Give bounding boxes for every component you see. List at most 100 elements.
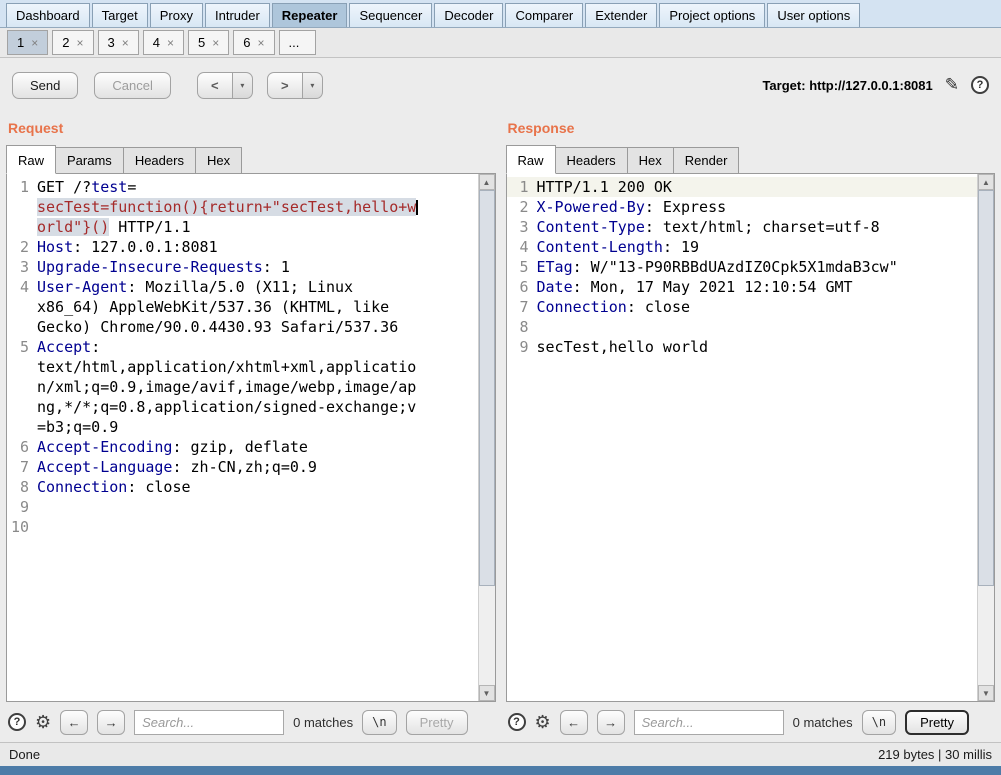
forward-button[interactable]: > [266,71,303,99]
editor-line[interactable]: 1 GET /?test= [7,177,478,197]
repeater-tab-label: 6 [243,35,251,50]
help-icon[interactable]: ? [8,713,26,731]
response-editor-tab[interactable]: Hex [627,147,674,174]
editor-line[interactable]: 2 Host: 127.0.0.1:8081 [7,237,478,257]
line-text: Host: 127.0.0.1:8081 [37,238,218,256]
response-editor-tab[interactable]: Headers [555,147,628,174]
editor-line[interactable]: 5 Accept: [7,337,478,357]
newline-toggle-button[interactable]: \n [861,709,897,735]
repeater-tab[interactable]: 6 × [233,30,275,55]
scrollbar-track[interactable] [978,190,994,685]
editor-line[interactable]: x86_64) AppleWebKit/537.36 (KHTML, like [7,297,478,317]
editor-line[interactable]: 2 X-Powered-By: Express [507,197,978,217]
repeater-tab[interactable]: 4 × [142,30,184,55]
editor-line[interactable]: ng,*/*;q=0.8,application/signed-exchange… [7,397,478,417]
repeater-tab[interactable]: 1 × [7,30,49,55]
line-text [37,517,478,537]
main-tab[interactable]: Project options [659,3,766,27]
close-icon[interactable]: × [76,37,83,49]
repeater-tab[interactable]: ... [278,30,317,55]
editor-line[interactable]: =b3;q=0.9 [7,417,478,437]
request-editor-tab[interactable]: Headers [123,147,196,174]
editor-line[interactable]: 6 Accept-Encoding: gzip, deflate [7,437,478,457]
editor-line[interactable]: text/html,application/xhtml+xml,applicat… [7,357,478,377]
search-input[interactable] [134,709,285,735]
pretty-button[interactable]: Pretty [905,709,970,735]
send-button[interactable]: Send [12,71,79,99]
editor-line[interactable]: 4 User-Agent: Mozilla/5.0 (X11; Linux [7,277,478,297]
repeater-tab[interactable]: 3 × [97,30,139,55]
main-tab[interactable]: Sequencer [349,3,433,27]
settings-gear-icon[interactable]: ⚙ [535,712,551,733]
back-button[interactable]: < [196,71,233,99]
repeater-tab[interactable]: 2 × [52,30,94,55]
editor-line[interactable]: 8 [507,317,978,337]
close-icon[interactable]: × [122,37,129,49]
close-icon[interactable]: × [31,37,38,49]
request-editor-tab[interactable]: Hex [195,147,243,174]
response-search-bar: ? ⚙ ← → 0 matches \n Pretty [506,702,996,742]
scroll-up-icon[interactable]: ▲ [478,174,495,190]
editor-line[interactable]: secTest=function(){return+"secTest,hello… [7,197,478,217]
editor-line[interactable]: 3 Content-Type: text/html; charset=utf-8 [507,217,978,237]
line-text: Connection: close [536,298,691,316]
scrollbar-thumb[interactable] [978,190,994,586]
previous-match-button[interactable]: ← [60,709,89,735]
main-tab[interactable]: Target [91,3,148,27]
main-tab[interactable]: Extender [585,3,658,27]
cancel-button[interactable]: Cancel [94,71,171,99]
main-tab[interactable]: Dashboard [6,3,90,27]
editor-line[interactable]: 4 Content-Length: 19 [507,237,978,257]
main-tab[interactable]: Decoder [434,3,504,27]
close-icon[interactable]: × [257,37,264,49]
editor-line[interactable]: Gecko) Chrome/90.0.4430.93 Safari/537.36 [7,317,478,337]
search-input[interactable] [633,709,784,735]
editor-line[interactable]: orld"}() HTTP/1.1 [7,217,478,237]
scroll-up-icon[interactable]: ▲ [978,174,994,190]
editor-line[interactable]: 7 Connection: close [507,297,978,317]
main-tab[interactable]: Repeater [271,3,348,27]
request-editor-tabs: Raw Params Headers Hex [6,145,496,174]
main-tab[interactable]: User options [767,3,861,27]
editor-line[interactable]: 7 Accept-Language: zh-CN,zh;q=0.9 [7,457,478,477]
previous-match-button[interactable]: ← [559,709,588,735]
scrollbar-track[interactable] [478,190,495,685]
editor-tab-label: Hex [206,153,231,168]
next-match-button[interactable]: → [97,709,126,735]
scrollbar-thumb[interactable] [478,190,495,586]
help-icon[interactable]: ? [971,76,989,94]
main-tab[interactable]: Comparer [505,3,584,27]
close-icon[interactable]: × [212,37,219,49]
response-editor-tab[interactable]: Raw [505,145,556,174]
close-icon[interactable]: × [167,37,174,49]
scroll-down-icon[interactable]: ▼ [478,685,495,701]
main-tab[interactable]: Intruder [204,3,270,27]
editor-line[interactable]: 9 [7,497,478,517]
response-editor-tab[interactable]: Render [673,147,740,174]
request-editor-tab[interactable]: Raw [6,145,57,174]
editor-line[interactable]: n/xml;q=0.9,image/avif,image/webp,image/… [7,377,478,397]
chevron-down-icon[interactable]: ▾ [232,71,253,99]
response-vertical-scrollbar[interactable]: ▲ ▼ [977,174,994,701]
settings-gear-icon[interactable]: ⚙ [35,712,51,733]
edit-target-pencil-icon[interactable]: ✎ [945,75,959,95]
editor-line[interactable]: 5 ETag: W/"13-P90RBBdUAzdIZ0Cpk5X1mdaB3cw… [507,257,978,277]
pretty-button[interactable]: Pretty [405,709,468,735]
request-editor-tab[interactable]: Params [56,147,124,174]
scroll-down-icon[interactable]: ▼ [978,685,994,701]
editor-line[interactable]: 10 [7,517,478,537]
request-editor[interactable]: 1 GET /?test= secTest=function(){return+"s… [7,174,478,701]
help-icon[interactable]: ? [507,713,526,731]
response-editor[interactable]: 1 HTTP/1.1 200 OK 2 X-Powered-By: Express 3 C… [506,174,978,701]
editor-line[interactable]: 6 Date: Mon, 17 May 2021 12:10:54 GMT [507,277,978,297]
editor-line[interactable]: 1 HTTP/1.1 200 OK [506,177,977,197]
request-vertical-scrollbar[interactable]: ▲ ▼ [477,174,495,701]
editor-line[interactable]: 9 secTest,hello world [507,337,978,357]
editor-line[interactable]: 8 Connection: close [7,477,478,497]
main-tab[interactable]: Proxy [149,3,203,27]
newline-toggle-button[interactable]: \n [362,709,397,735]
next-match-button[interactable]: → [596,709,625,735]
chevron-down-icon[interactable]: ▾ [302,71,323,99]
editor-line[interactable]: 3 Upgrade-Insecure-Requests: 1 [7,257,478,277]
repeater-tab[interactable]: 5 × [188,30,230,55]
